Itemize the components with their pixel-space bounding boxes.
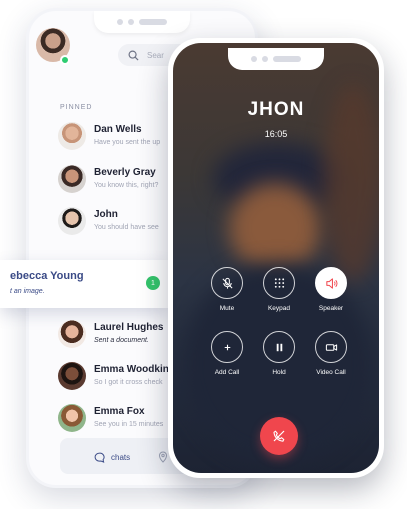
avatar [58,404,86,432]
avatar [58,207,86,235]
chat-preview: See you in 15 minutes [94,421,164,428]
speaker-button[interactable]: Speaker [306,267,356,312]
mic-off-icon [221,277,233,289]
chat-name: ebecca Young [10,270,84,282]
pause-icon [276,343,282,351]
speaker-label: Speaker [318,305,344,312]
chat-preview: Sent a document. [94,337,149,344]
chat-preview: t an image. [10,288,45,295]
chat-name: Beverly Gray [94,167,156,178]
chat-bubble-icon [94,452,105,463]
avatar [58,320,86,348]
avatar [58,165,86,193]
phone-hangup-icon [273,430,285,442]
search-input[interactable]: Sear [147,51,164,60]
chat-name: Emma Woodkin [94,364,169,375]
mute-button[interactable]: Mute [202,267,252,312]
chat-preview: You should have see [94,224,159,231]
caller-photo-face [229,183,321,273]
call-duration: 16:05 [264,129,288,139]
add-call-button[interactable]: Add Call [202,331,252,376]
avatar [58,122,86,150]
caller-name: JHON [247,99,305,120]
tab-chats[interactable]: chats [94,452,130,463]
video-call-button[interactable]: Video Call [306,331,356,376]
video-call-label: Video Call [316,369,346,376]
unread-badge: 1 [146,276,160,290]
chat-name: Laurel Hughes [94,322,164,333]
keypad-icon [274,277,284,288]
search-icon [128,50,139,61]
pinned-section-label: PINNED [60,104,93,111]
keypad-button[interactable]: Keypad [254,267,304,312]
video-icon [325,343,337,351]
online-status-dot [60,55,70,65]
chat-preview: Have you sent the up [94,139,161,146]
end-call-button[interactable] [260,417,298,455]
speaker-icon [325,277,337,289]
hold-label: Hold [272,369,286,376]
add-call-label: Add Call [214,369,240,376]
location-pin-icon[interactable] [158,451,168,463]
keypad-label: Keypad [267,305,291,312]
chat-preview: You know this, right? [94,182,159,189]
call-screen: JHON 16:05 Mute Keypad Speaker Add Call … [173,43,379,473]
phone-notch [94,11,190,33]
call-phone: JHON 16:05 Mute Keypad Speaker Add Call … [168,38,384,478]
chat-name: Dan Wells [94,124,142,135]
mute-label: Mute [219,305,235,312]
hold-button[interactable]: Hold [254,331,304,376]
tab-chats-label: chats [111,453,131,462]
chat-name: Emma Fox [94,406,145,417]
plus-icon [224,344,230,350]
chat-name: John [94,209,118,220]
avatar [58,362,86,390]
chat-preview: So I got it cross check [94,379,163,386]
phone-notch [228,48,324,70]
highlighted-chat-card[interactable]: ebecca Young t an image. [0,260,168,308]
